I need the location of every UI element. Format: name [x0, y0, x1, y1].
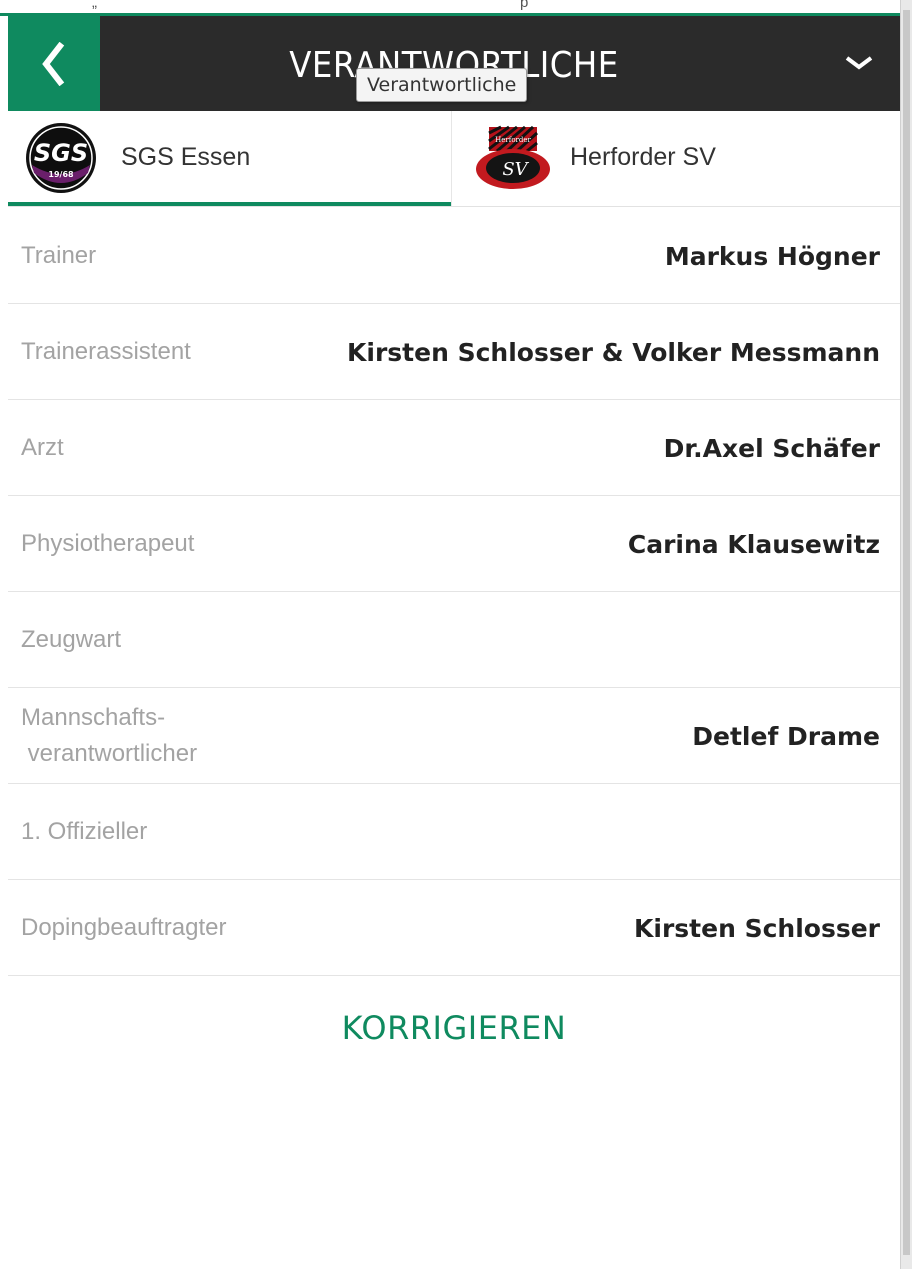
- role-label: Mannschafts- verantwortlicher: [21, 704, 198, 767]
- scrollbar-thumb[interactable]: [903, 10, 910, 1255]
- top-strip-fragment-left: „: [92, 0, 97, 11]
- tab-label-sgs-essen: SGS Essen: [121, 143, 251, 171]
- back-button[interactable]: [8, 16, 100, 111]
- list-item: Trainer Markus Högner: [8, 208, 900, 304]
- role-label: Physiotherapeut: [21, 530, 195, 557]
- list-item: Dopingbeauftragter Kirsten Schlosser: [8, 880, 900, 976]
- team-tabs: SGS 19/68 SGS Essen Herforder SV Herford…: [8, 111, 900, 207]
- person-name: Carina Klausewitz: [627, 529, 880, 559]
- role-label: Trainer: [21, 242, 97, 269]
- list-item: Arzt Dr.Axel Schäfer: [8, 400, 900, 496]
- sgs-logo-text: SGS: [34, 139, 88, 167]
- list-item: Zeugwart: [8, 592, 900, 688]
- correct-button[interactable]: KORRIGIEREN: [8, 1000, 900, 1056]
- top-strip-fragment-right: p: [520, 0, 529, 11]
- role-label: Trainerassistent: [21, 338, 191, 365]
- person-name: Dr.Axel Schäfer: [663, 433, 880, 463]
- list-item: 1. Offizieller: [8, 784, 900, 880]
- role-label: Zeugwart: [21, 626, 122, 653]
- tab-label-herforder-sv: Herforder SV: [570, 143, 716, 171]
- top-strip: „ p: [0, 0, 900, 16]
- person-name: Detlef Drame: [692, 721, 880, 751]
- tab-sgs-essen[interactable]: SGS 19/68 SGS Essen: [8, 111, 451, 206]
- herforder-logo-subtext: Herforder: [495, 136, 531, 144]
- role-label: Arzt: [21, 434, 64, 461]
- scrollbar[interactable]: [900, 0, 912, 1269]
- role-label: 1. Offizieller: [21, 818, 148, 845]
- sgs-logo-subtext: 19/68: [48, 170, 74, 179]
- person-name: Kirsten Schlosser: [634, 913, 880, 943]
- officials-list: Trainer Markus Högner Trainerassistent K…: [8, 208, 900, 976]
- person-name: Kirsten Schlosser & Volker Messmann: [347, 337, 880, 367]
- sgs-essen-logo: SGS 19/68: [26, 123, 96, 193]
- person-name: Markus Högner: [664, 241, 880, 271]
- chevron-left-icon: [42, 42, 65, 86]
- herforder-logo-text: SV: [502, 159, 529, 180]
- list-item: Physiotherapeut Carina Klausewitz: [8, 496, 900, 592]
- list-item: Mannschafts- verantwortlicher Detlef Dra…: [8, 688, 900, 784]
- role-label: Dopingbeauftragter: [21, 914, 227, 941]
- tab-herforder-sv[interactable]: Herforder SV Herforder SV: [451, 111, 900, 206]
- list-item: Trainerassistent Kirsten Schlosser & Vol…: [8, 304, 900, 400]
- herforder-sv-logo: Herforder SV: [476, 125, 550, 189]
- title-tooltip: Verantwortliche: [356, 68, 528, 102]
- chevron-down-icon[interactable]: [844, 54, 874, 72]
